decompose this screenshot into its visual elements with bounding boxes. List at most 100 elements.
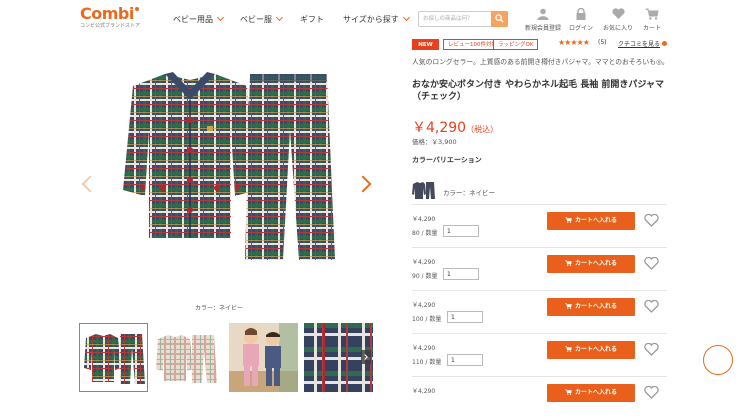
row-price: ￥4,290 xyxy=(412,388,436,395)
color-label: カラー：ネイビー xyxy=(443,189,495,197)
heart-outline-icon[interactable] xyxy=(644,386,659,399)
add-to-cart-button[interactable]: カートへ入れる xyxy=(547,298,635,316)
qty-label: 数量 xyxy=(429,316,442,323)
cart-icon xyxy=(565,388,572,395)
thumbnail-navy[interactable] xyxy=(79,323,148,392)
cart-label: カート xyxy=(643,25,662,32)
size-label: 110 / xyxy=(412,359,428,366)
row-price: ￥4,290 xyxy=(412,345,436,352)
base-price: 価格：￥3,900 xyxy=(412,138,457,146)
review-count: (5) xyxy=(598,39,607,46)
heart-outline-icon[interactable] xyxy=(644,343,659,356)
chevron-down-icon xyxy=(216,13,225,22)
lock-icon xyxy=(576,8,586,20)
size-row-next: ￥4,290 カートへ入れる xyxy=(412,376,667,419)
floating-action-button[interactable] xyxy=(703,345,733,375)
price-value: ￥4,290 xyxy=(412,120,467,136)
register-label: 新規会員登録 xyxy=(525,25,562,32)
size-label: 80 / xyxy=(412,230,424,237)
qty-label: 数量 xyxy=(425,273,438,280)
product-lead: 人気のロングセラー。上質感のある前開き樽付きパジャマ。ママとのおそろいも◎。 xyxy=(412,58,669,66)
row-size: 110 / 数量 xyxy=(412,357,441,366)
add-to-cart-button[interactable]: カートへ入れる xyxy=(547,384,635,402)
cart-button-label: カートへ入れる xyxy=(574,346,617,353)
row-size: 90 / 数量 xyxy=(412,271,438,280)
quantity-input[interactable] xyxy=(447,311,483,323)
quantity-input[interactable] xyxy=(447,354,483,366)
cart-button-label: カートへ入れる xyxy=(574,389,617,396)
heart-outline-icon[interactable] xyxy=(644,300,659,313)
search-input[interactable] xyxy=(419,12,491,26)
thumbnail-next-button[interactable] xyxy=(361,350,371,364)
nav-label: ギフト xyxy=(300,15,324,24)
chevron-down-icon xyxy=(275,13,284,22)
register-link[interactable]: 新規会員登録 xyxy=(525,8,561,32)
review-link[interactable]: クチコミを見る xyxy=(618,39,660,48)
heart-icon xyxy=(611,8,625,19)
price-tax: （税込） xyxy=(466,125,499,134)
cart-link[interactable]: カート xyxy=(643,8,661,32)
nav-label: サイズから探す xyxy=(343,15,399,24)
cart-icon xyxy=(565,216,572,223)
quantity-input[interactable] xyxy=(443,268,479,280)
search-icon xyxy=(495,14,504,23)
nav-label: ベビー服 xyxy=(240,15,272,24)
size-row-110: ￥4,290 110 / 数量 カートへ入れる xyxy=(412,333,667,376)
thumbnail-strip xyxy=(79,323,379,393)
search-button[interactable] xyxy=(491,11,508,27)
row-size: 80 / 数量 xyxy=(412,228,438,237)
favorites-link[interactable]: お気に入り xyxy=(603,8,633,32)
nav-size-search[interactable]: サイズから探す xyxy=(343,13,410,25)
cart-button-label: カートへ入れる xyxy=(574,217,617,224)
nav-label: ベビー用品 xyxy=(173,15,213,24)
login-link[interactable]: ログイン xyxy=(569,8,593,32)
color-swatch-navy[interactable] xyxy=(412,180,436,200)
row-price: ￥4,290 xyxy=(412,259,436,266)
logo-tagline: コンビ公式ブランドストア xyxy=(80,23,141,29)
size-label: 100 / xyxy=(412,316,428,323)
add-to-cart-button[interactable]: カートへ入れる xyxy=(547,212,635,230)
cart-button-label: カートへ入れる xyxy=(574,303,617,310)
review-dot-icon xyxy=(662,41,667,46)
quantity-input[interactable] xyxy=(443,225,479,237)
add-to-cart-button[interactable]: カートへ入れる xyxy=(547,341,635,359)
combi-logo[interactable]: Combi コンビ公式ブランドストア xyxy=(80,4,141,30)
product-title: おなか安心ボタン付き やわらかネル起毛 長袖 前開きパジャマ（チェック） xyxy=(412,80,664,102)
nav-baby-goods[interactable]: ベビー用品 xyxy=(173,13,225,25)
size-label: 90 / xyxy=(412,273,424,280)
heart-outline-icon[interactable] xyxy=(644,257,659,270)
thumbnail-beige[interactable] xyxy=(154,323,223,392)
badge-wrapping: ラッピングOK xyxy=(493,39,539,50)
user-icon xyxy=(537,8,549,20)
cart-icon xyxy=(565,302,572,309)
badge-new: NEW xyxy=(412,39,439,50)
size-row-90: ￥4,290 90 / 数量 カートへ入れる xyxy=(412,247,667,290)
nav-baby-clothes[interactable]: ベビー服 xyxy=(240,13,284,25)
next-image-arrow[interactable] xyxy=(354,175,372,193)
row-size: 100 / 数量 xyxy=(412,314,441,323)
favorites-label: お気に入り xyxy=(603,25,634,32)
nav-gift[interactable]: ギフト xyxy=(300,14,324,25)
search-box xyxy=(418,11,508,27)
row-price: ￥4,290 xyxy=(412,302,436,309)
row-price: ￥4,290 xyxy=(412,216,436,223)
thumbnail-kids-photo[interactable] xyxy=(229,323,298,392)
cart-button-label: カートへ入れる xyxy=(574,260,617,267)
cart-icon xyxy=(565,345,572,352)
cart-icon xyxy=(565,259,572,266)
color-variation-heading: カラーバリエーション xyxy=(412,156,482,164)
main-product-image xyxy=(95,60,355,270)
login-label: ログイン xyxy=(569,25,594,32)
image-caption: カラー：ネイビー xyxy=(195,305,244,312)
rating-stars: ★★★★★ xyxy=(558,38,590,47)
site-header: Combi コンビ公式ブランドストア ベビー用品 ベビー服 ギフト サイズから探… xyxy=(0,0,750,38)
size-row-80: ￥4,290 80 / 数量 カートへ入れる xyxy=(412,204,667,247)
heart-outline-icon[interactable] xyxy=(644,214,659,227)
size-row-100: ￥4,290 100 / 数量 カートへ入れる xyxy=(412,290,667,333)
chevron-down-icon xyxy=(402,13,410,22)
product-price: ￥4,290（税込） xyxy=(412,117,498,137)
qty-label: 数量 xyxy=(425,230,438,237)
logo-text: Combi xyxy=(80,4,134,23)
add-to-cart-button[interactable]: カートへ入れる xyxy=(547,255,635,273)
cart-icon xyxy=(645,8,659,20)
